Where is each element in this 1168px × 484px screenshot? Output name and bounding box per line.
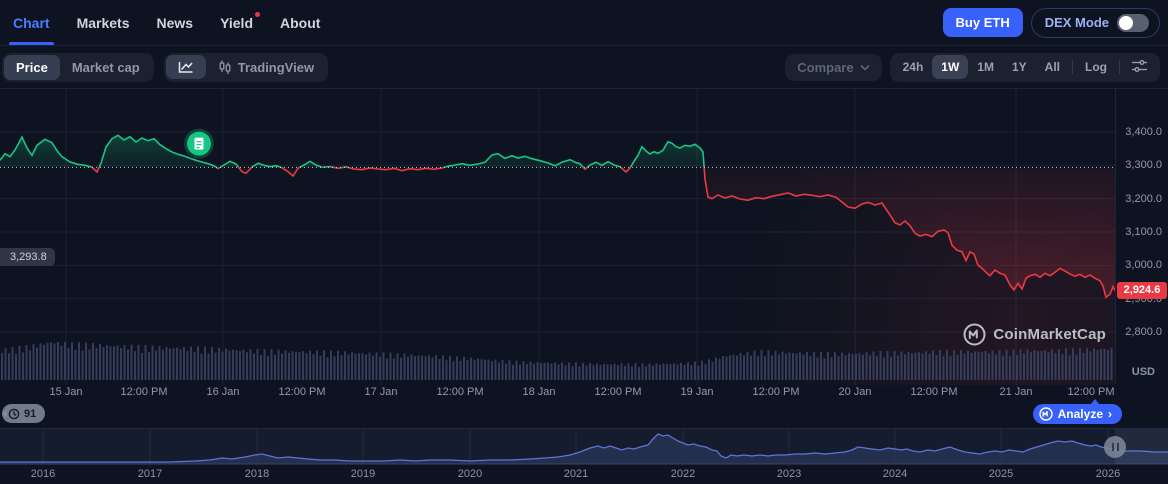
year-axis-label: 2018 [245, 468, 269, 480]
price-axis-label: 3,300.0 [1125, 159, 1162, 171]
coinmarketcap-watermark: CoinMarketCap [963, 323, 1106, 346]
page-tabs: Chart Markets News Yield About [13, 0, 320, 45]
time-axis-label: 12:00 PM [752, 386, 799, 398]
year-axis-label: 2024 [883, 468, 907, 480]
coinmarketcap-logo-icon [963, 323, 986, 346]
time-axis-label: 12:00 PM [436, 386, 483, 398]
price-axis-label: 3,200.0 [1125, 193, 1162, 205]
analyze-button[interactable]: Analyze › [1033, 404, 1122, 424]
tab-yield[interactable]: Yield [220, 0, 253, 45]
range-1m[interactable]: 1M [968, 55, 1003, 79]
tab-markets-label: Markets [77, 15, 130, 31]
minimap-canvas[interactable] [0, 429, 1168, 466]
tradingview-label: TradingView [238, 60, 314, 75]
chevron-down-icon [860, 64, 870, 71]
price-axis[interactable]: 3,400.03,300.03,200.03,100.03,000.02,900… [1115, 89, 1168, 384]
page-header: Chart Markets News Yield About Buy ETH D… [0, 0, 1168, 46]
log-scale-button[interactable]: Log [1076, 55, 1116, 79]
time-axis-label: 12:00 PM [278, 386, 325, 398]
time-axis-label: 12:00 PM [120, 386, 167, 398]
divider [1072, 60, 1073, 74]
analyze-logo-icon [1039, 407, 1053, 421]
range-1y[interactable]: 1Y [1003, 55, 1036, 79]
currency-label: USD [1132, 366, 1155, 378]
price-tab[interactable]: Price [4, 55, 60, 80]
tab-about[interactable]: About [280, 0, 320, 45]
price-chart-canvas[interactable] [0, 89, 1115, 385]
range-24h[interactable]: 24h [894, 55, 933, 79]
market-cap-tab[interactable]: Market cap [60, 55, 152, 80]
last-price-tag: 2,924.6 [1117, 282, 1167, 299]
coinmarketcap-chart-page: Chart Markets News Yield About Buy ETH D… [0, 0, 1168, 484]
notification-dot [255, 12, 260, 17]
history-events-badge[interactable]: 91 [2, 404, 45, 423]
line-chart-button[interactable] [166, 55, 206, 79]
year-axis-label: 2023 [777, 468, 801, 480]
watermark-text: CoinMarketCap [993, 326, 1106, 343]
time-axis-label: 12:00 PM [1067, 386, 1114, 398]
dex-mode-toggle[interactable] [1117, 14, 1149, 32]
analyze-label: Analyze [1058, 407, 1103, 421]
history-count: 91 [24, 408, 36, 420]
chart-footer-row: 91 Analyze › [0, 404, 1168, 428]
minimap-year-axis: 2016 2017 2018 2019 2020 2021 2022 2023 2024 2025… [0, 465, 1168, 482]
time-axis-label: 17 Jan [364, 386, 397, 398]
buy-eth-button[interactable]: Buy ETH [943, 8, 1023, 37]
tab-yield-label: Yield [220, 15, 253, 31]
news-marker-icon[interactable] [184, 129, 214, 159]
year-axis-label: 2017 [138, 468, 162, 480]
price-chart-pane: 3,400.03,300.03,200.03,100.03,000.02,900… [0, 88, 1168, 384]
dex-mode-control[interactable]: DEX Mode [1031, 8, 1160, 38]
tab-news[interactable]: News [156, 0, 193, 45]
price-axis-label: 2,800.0 [1125, 326, 1162, 338]
range-all[interactable]: All [1036, 55, 1069, 79]
line-chart-icon [178, 60, 194, 74]
tab-about-label: About [280, 15, 320, 31]
compare-label: Compare [797, 60, 853, 75]
year-axis-label: 2025 [989, 468, 1013, 480]
time-axis-label: 15 Jan [49, 386, 82, 398]
candlestick-icon [218, 60, 232, 75]
tab-news-label: News [156, 15, 193, 31]
chart-type-control: TradingView [164, 53, 328, 82]
price-axis-label: 3,100.0 [1125, 226, 1162, 238]
year-axis-label: 2022 [671, 468, 695, 480]
compare-button[interactable]: Compare [785, 54, 881, 81]
time-axis-label: 12:00 PM [594, 386, 641, 398]
time-axis-label: 12:00 PM [910, 386, 957, 398]
range-selector: 24h 1W 1M 1Y All Log [890, 53, 1160, 82]
clock-history-icon [8, 408, 20, 420]
time-axis-label: 20 Jan [838, 386, 871, 398]
minimap-brush-handle[interactable] [1104, 436, 1126, 458]
time-axis[interactable]: 15 Jan 12:00 PM 16 Jan 12:00 PM 17 Jan 12:00 … [0, 384, 1168, 404]
metric-segmented-control: Price Market cap [2, 53, 154, 82]
chart-settings-button[interactable] [1123, 55, 1156, 80]
tab-chart[interactable]: Chart [13, 0, 50, 45]
time-axis-label: 18 Jan [522, 386, 555, 398]
time-axis-label: 16 Jan [206, 386, 239, 398]
sliders-icon [1132, 60, 1147, 72]
tab-chart-label: Chart [13, 15, 50, 31]
chart-toolbar: Price Market cap TradingView Compare 24h… [0, 46, 1168, 88]
year-axis-label: 2026 [1096, 468, 1120, 480]
toolbar-right: Compare 24h 1W 1M 1Y All Log [785, 53, 1160, 82]
chevron-right-icon: › [1108, 407, 1112, 421]
range-1w[interactable]: 1W [932, 55, 968, 79]
divider [1119, 60, 1120, 74]
year-axis-label: 2021 [564, 468, 588, 480]
header-actions: Buy ETH DEX Mode [943, 8, 1160, 38]
year-axis-label: 2016 [31, 468, 55, 480]
time-axis-label: 21 Jan [999, 386, 1032, 398]
price-axis-label: 3,000.0 [1125, 259, 1162, 271]
history-minimap[interactable] [0, 428, 1168, 465]
tab-markets[interactable]: Markets [77, 0, 130, 45]
price-axis-label: 3,400.0 [1125, 126, 1162, 138]
time-axis-label: 19 Jan [680, 386, 713, 398]
dex-mode-label: DEX Mode [1045, 15, 1109, 30]
tradingview-button[interactable]: TradingView [206, 55, 326, 80]
year-axis-label: 2019 [351, 468, 375, 480]
toggle-knob [1119, 16, 1133, 30]
year-axis-label: 2020 [458, 468, 482, 480]
baseline-price-tag: 3,293.8 [0, 248, 55, 266]
